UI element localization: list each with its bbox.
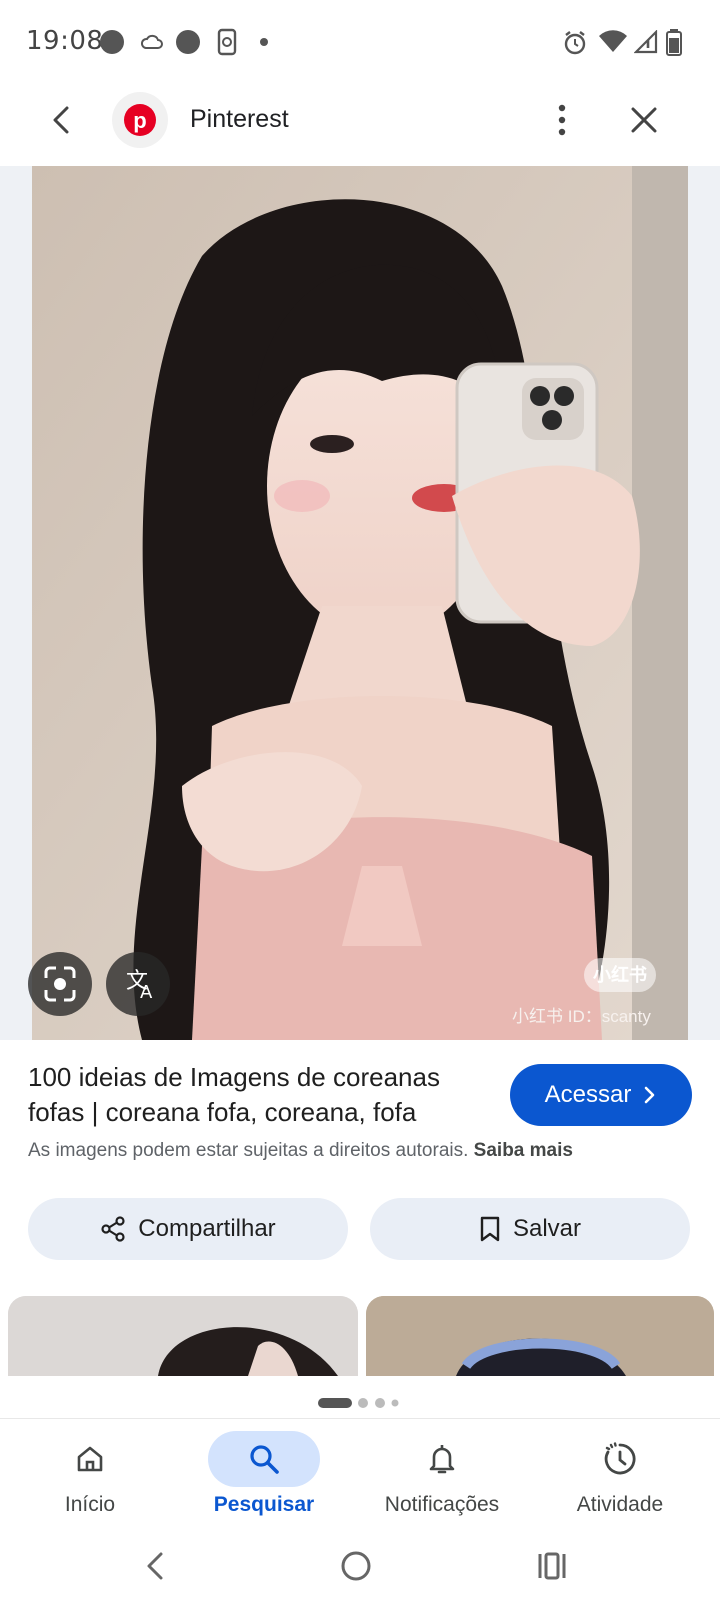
pinterest-logo: p bbox=[124, 104, 156, 136]
system-back-icon[interactable] bbox=[140, 1548, 172, 1584]
result-image[interactable] bbox=[32, 166, 688, 1040]
related-image[interactable] bbox=[366, 1296, 714, 1376]
bookmark-icon bbox=[480, 1216, 500, 1242]
svg-text:A: A bbox=[140, 982, 153, 1003]
bell-icon bbox=[429, 1445, 455, 1474]
notification-dot-icon bbox=[176, 30, 200, 54]
copyright-text: As imagens podem estar sujeitas a direit… bbox=[28, 1140, 469, 1161]
nav-icon-container bbox=[34, 1431, 146, 1487]
save-button[interactable]: Salvar bbox=[370, 1198, 690, 1260]
system-navigation-bar bbox=[0, 1534, 720, 1600]
translate-icon: 文 A bbox=[126, 969, 153, 1003]
chevron-left-icon[interactable] bbox=[44, 102, 80, 138]
nav-label: Notificações bbox=[384, 1493, 500, 1516]
wifi-icon bbox=[599, 30, 627, 52]
related-image[interactable] bbox=[8, 1296, 358, 1376]
nav-label: Pesquisar bbox=[213, 1493, 315, 1516]
visit-button[interactable]: Acessar bbox=[510, 1064, 692, 1126]
lens-button[interactable] bbox=[28, 952, 92, 1016]
close-icon[interactable] bbox=[628, 104, 660, 136]
signal-icon bbox=[634, 30, 658, 54]
notification-dot-icon bbox=[100, 30, 124, 54]
status-bar: 19:08 bbox=[0, 0, 720, 84]
bottom-navigation: Início Pesquisar Notificações Atividade bbox=[0, 1418, 720, 1535]
battery-icon bbox=[666, 29, 682, 56]
result-title[interactable]: 100 ideias de Imagens de coreanas fofas … bbox=[28, 1060, 488, 1130]
nav-item-atividade[interactable]: Atividade bbox=[530, 1419, 710, 1535]
nav-label: Início bbox=[64, 1493, 116, 1516]
alarm-icon bbox=[564, 31, 586, 55]
nav-item-pesquisar[interactable]: Pesquisar bbox=[174, 1419, 354, 1535]
lens-icon bbox=[44, 966, 76, 1002]
watermark-text: 小红书 ID：scanty bbox=[512, 1007, 651, 1026]
page-title: Pinterest bbox=[190, 105, 289, 133]
nav-item-inicio[interactable]: Início bbox=[0, 1419, 180, 1535]
share-icon bbox=[101, 1216, 125, 1242]
browser-top-bar bbox=[0, 84, 720, 164]
activity-icon bbox=[604, 1442, 636, 1475]
search-icon bbox=[250, 1445, 279, 1474]
save-label: Salvar bbox=[512, 1215, 582, 1242]
svg-text:p: p bbox=[133, 108, 146, 133]
watermark-badge: 小红书 bbox=[584, 958, 656, 992]
photo-illustration bbox=[32, 166, 688, 1040]
related-thumbnail bbox=[366, 1296, 714, 1376]
share-label: Compartilhar bbox=[138, 1215, 276, 1242]
related-thumbnail bbox=[8, 1296, 358, 1376]
translate-button[interactable]: 文 A bbox=[106, 952, 170, 1016]
nav-icon-container bbox=[208, 1431, 320, 1487]
share-button[interactable]: Compartilhar bbox=[28, 1198, 348, 1260]
system-recents-icon[interactable] bbox=[534, 1548, 570, 1584]
pager-dots bbox=[318, 1396, 408, 1408]
more-dot-icon bbox=[260, 38, 268, 46]
home-icon bbox=[77, 1446, 103, 1472]
cloud-icon bbox=[140, 34, 163, 49]
chevron-right-icon bbox=[645, 1086, 655, 1104]
copyright-notice: As imagens podem estar sujeitas a direit… bbox=[28, 1140, 573, 1162]
nav-item-notificacoes[interactable]: Notificações bbox=[352, 1419, 532, 1535]
nav-icon-container bbox=[564, 1431, 676, 1487]
more-vert-icon[interactable] bbox=[548, 102, 576, 138]
visit-button-label: Acessar bbox=[544, 1081, 632, 1108]
pinterest-p-icon: p bbox=[133, 108, 146, 133]
pager-indicator bbox=[318, 1398, 399, 1408]
learn-more-link[interactable]: Saiba mais bbox=[474, 1140, 573, 1161]
system-home-icon[interactable] bbox=[338, 1548, 374, 1584]
nav-icon-container bbox=[386, 1431, 498, 1487]
status-time: 19:08 bbox=[26, 26, 104, 56]
phone-sync-icon bbox=[217, 28, 237, 56]
nav-label: Atividade bbox=[576, 1493, 664, 1516]
